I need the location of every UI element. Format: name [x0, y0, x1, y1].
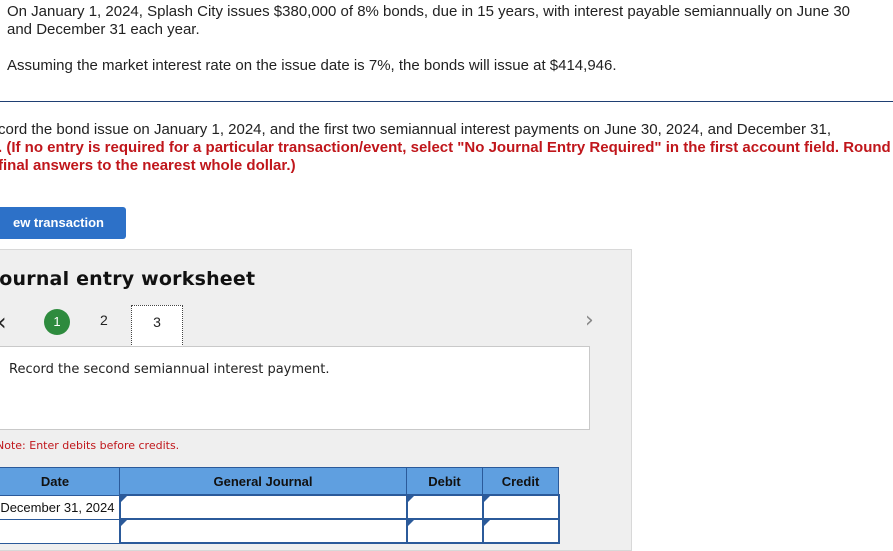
- problem-text-line1: On January 1, 2024, Splash City issues $…: [7, 3, 851, 38]
- debit-header: Debit: [406, 467, 483, 496]
- instructions-line3: final answers to the nearest whole dolla…: [0, 157, 296, 174]
- instructions-line1: cord the bond issue on January 1, 2024, …: [0, 121, 832, 138]
- step-3-button[interactable]: 3: [131, 305, 183, 347]
- view-transaction-list-button[interactable]: ew transaction list: [0, 207, 126, 262]
- table-row: [0, 518, 560, 544]
- table-row: December 31, 2024: [0, 494, 560, 520]
- prompt-box: [0, 346, 590, 430]
- account-input[interactable]: [118, 494, 408, 520]
- note-text: Note: Enter debits before credits.: [0, 439, 180, 452]
- account-input[interactable]: [118, 518, 408, 544]
- problem-text-line2: Assuming the market interest rate on the…: [7, 57, 617, 74]
- worksheet-prompt: Record the second semiannual interest pa…: [9, 362, 330, 377]
- instructions-line2: . (If no entry is required for a particu…: [0, 139, 891, 156]
- debit-input[interactable]: [405, 518, 484, 544]
- credit-header: Credit: [482, 467, 559, 496]
- divider: [0, 101, 893, 102]
- credit-input[interactable]: [481, 494, 560, 520]
- debit-input[interactable]: [405, 494, 484, 520]
- chevron-left-icon[interactable]: ‹: [0, 308, 7, 336]
- date-cell: [0, 518, 120, 544]
- worksheet-title: Journal entry worksheet: [0, 268, 256, 290]
- journal-table: Date General Journal Debit Credit Decemb…: [0, 467, 560, 544]
- step-2-button[interactable]: 2: [100, 312, 108, 328]
- step-1-button[interactable]: 1: [44, 309, 70, 335]
- instructions: cord the bond issue on January 1, 2024, …: [0, 121, 893, 175]
- general-journal-header: General Journal: [119, 467, 407, 496]
- date-cell: December 31, 2024: [0, 494, 120, 520]
- credit-input[interactable]: [481, 518, 560, 544]
- date-header: Date: [0, 467, 120, 496]
- chevron-right-icon[interactable]: ›: [585, 308, 594, 333]
